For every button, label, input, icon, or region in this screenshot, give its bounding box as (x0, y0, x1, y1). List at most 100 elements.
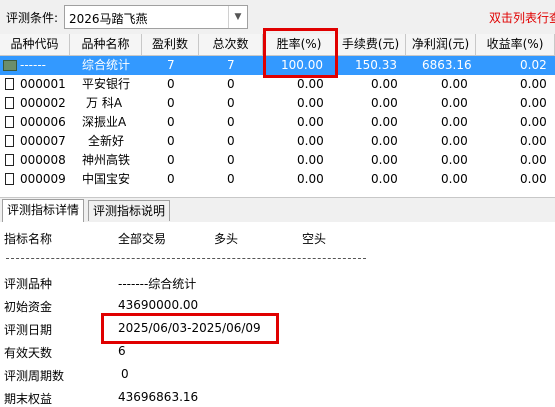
cell-win: 0 (167, 172, 175, 186)
cell-total: 0 (227, 115, 235, 129)
cell-win: 0 (167, 115, 175, 129)
cell-rate: 0.00 (297, 172, 324, 186)
detail-value: 43690000.00 (118, 298, 199, 312)
cell-win: 0 (167, 153, 175, 167)
cell-total: 0 (227, 153, 235, 167)
cell-return: 0.00 (520, 77, 547, 91)
cell-fee: 0.00 (371, 96, 398, 110)
cell-rate: 0.00 (297, 134, 324, 148)
cell-fee: 0.00 (371, 172, 398, 186)
table-row[interactable]: 000006 深振业A 0 0 0.00 0.00 0.00 0.00 (0, 113, 555, 132)
col-profit[interactable]: 净利润(元) (406, 34, 476, 55)
detail-header-name: 指标名称 (4, 232, 53, 246)
cell-profit: 0.00 (441, 77, 468, 91)
detail-value: -------综合统计 (118, 277, 197, 291)
table-row[interactable]: 000008 神州高铁 0 0 0.00 0.00 0.00 0.00 (0, 151, 555, 170)
highlight-date-box (101, 313, 279, 344)
cell-fee: 0.00 (371, 134, 398, 148)
detail-label: 有效天数 (4, 346, 53, 360)
summary-icon (3, 60, 17, 71)
cell-win: 0 (167, 134, 175, 148)
cell-name: 神州高铁 (82, 153, 131, 167)
highlight-winrate-box (263, 28, 338, 78)
col-return[interactable]: 收益率(%) (476, 34, 555, 55)
col-name[interactable]: 品种名称 (70, 34, 142, 55)
cell-fee: 0.00 (371, 153, 398, 167)
cell-rate: 0.00 (297, 115, 324, 129)
col-code[interactable]: 品种代码 (0, 34, 70, 55)
cell-code: 000008 (20, 153, 66, 167)
detail-value: 6 (118, 344, 126, 358)
detail-value: 0 (121, 367, 129, 381)
cell-code: 000002 (20, 96, 66, 110)
col-win[interactable]: 盈利数 (142, 34, 199, 55)
cell-total: 7 (227, 58, 235, 72)
cell-name: 深振业A (82, 115, 127, 129)
cell-profit: 0.00 (441, 134, 468, 148)
cell-fee: 0.00 (371, 115, 398, 129)
table-row[interactable]: 000009 中国宝安 0 0 0.00 0.00 0.00 0.00 (0, 170, 555, 189)
detail-tabs: 评测指标详情 评测指标说明 (0, 197, 555, 224)
cell-total: 0 (227, 77, 235, 91)
detail-value: 43696863.16 (118, 390, 199, 404)
cell-code: 000001 (20, 77, 66, 91)
document-icon (5, 78, 14, 90)
detail-label: 评测品种 (4, 277, 53, 291)
cell-win: 0 (167, 77, 175, 91)
cell-win: 7 (167, 58, 175, 72)
cell-total: 0 (227, 96, 235, 110)
cell-return: 0.00 (520, 172, 547, 186)
cell-name: 综合统计 (82, 58, 131, 72)
cell-return: 0.00 (520, 115, 547, 129)
cell-name: 万 科A (86, 96, 123, 110)
detail-panel: 指标名称 全部交易 多头 空头 评测品种 -------综合统计 初始资金 43… (0, 222, 555, 407)
detail-header-long: 多头 (214, 232, 239, 246)
cell-return: 0.02 (520, 58, 547, 72)
tab-indicator-description[interactable]: 评测指标说明 (88, 200, 171, 221)
cell-win: 0 (167, 96, 175, 110)
col-total[interactable]: 总次数 (199, 34, 263, 55)
cell-return: 0.00 (520, 96, 547, 110)
cell-return: 0.00 (520, 134, 547, 148)
document-icon (5, 135, 14, 147)
detail-label: 评测日期 (4, 323, 53, 337)
filter-label: 评测条件: (6, 11, 59, 25)
cell-total: 0 (227, 134, 235, 148)
hint-text: 双击列表行查 (488, 11, 555, 25)
detail-header-all: 全部交易 (118, 232, 167, 246)
cell-code: 000007 (20, 134, 66, 148)
cell-profit: 0.00 (441, 96, 468, 110)
cell-code: 000009 (20, 172, 66, 186)
cell-name: 中国宝安 (82, 172, 131, 186)
strategy-select[interactable]: 2026马踏飞燕 ▼ (64, 5, 248, 29)
cell-name: 全新好 (88, 134, 125, 148)
cell-rate: 0.00 (297, 153, 324, 167)
table-row[interactable]: 000002 万 科A 0 0 0.00 0.00 0.00 0.00 (0, 94, 555, 113)
document-icon (5, 173, 14, 185)
document-icon (5, 154, 14, 166)
cell-rate: 0.00 (297, 96, 324, 110)
chevron-down-icon[interactable]: ▼ (228, 6, 247, 28)
detail-header-short: 空头 (302, 232, 327, 246)
document-icon (5, 116, 14, 128)
strategy-select-value: 2026马踏飞燕 (69, 12, 148, 26)
detail-label: 初始资金 (4, 300, 53, 314)
cell-fee: 150.33 (355, 58, 397, 72)
document-icon (5, 97, 14, 109)
cell-code: 000006 (20, 115, 66, 129)
cell-total: 0 (227, 172, 235, 186)
cell-profit: 0.00 (441, 115, 468, 129)
col-fee[interactable]: 手续费(元) (336, 34, 406, 55)
cell-name: 平安银行 (82, 77, 131, 91)
cell-profit: 0.00 (441, 172, 468, 186)
cell-return: 0.00 (520, 153, 547, 167)
cell-fee: 0.00 (371, 77, 398, 91)
cell-profit: 6863.16 (422, 58, 472, 72)
cell-code: ------ (20, 58, 46, 72)
cell-profit: 0.00 (441, 153, 468, 167)
table-row[interactable]: 000007 全新好 0 0 0.00 0.00 0.00 0.00 (0, 132, 555, 151)
divider (6, 258, 366, 259)
tab-indicator-details[interactable]: 评测指标详情 (2, 199, 85, 222)
detail-label: 评测周期数 (4, 369, 65, 383)
detail-label: 期末权益 (4, 392, 53, 406)
